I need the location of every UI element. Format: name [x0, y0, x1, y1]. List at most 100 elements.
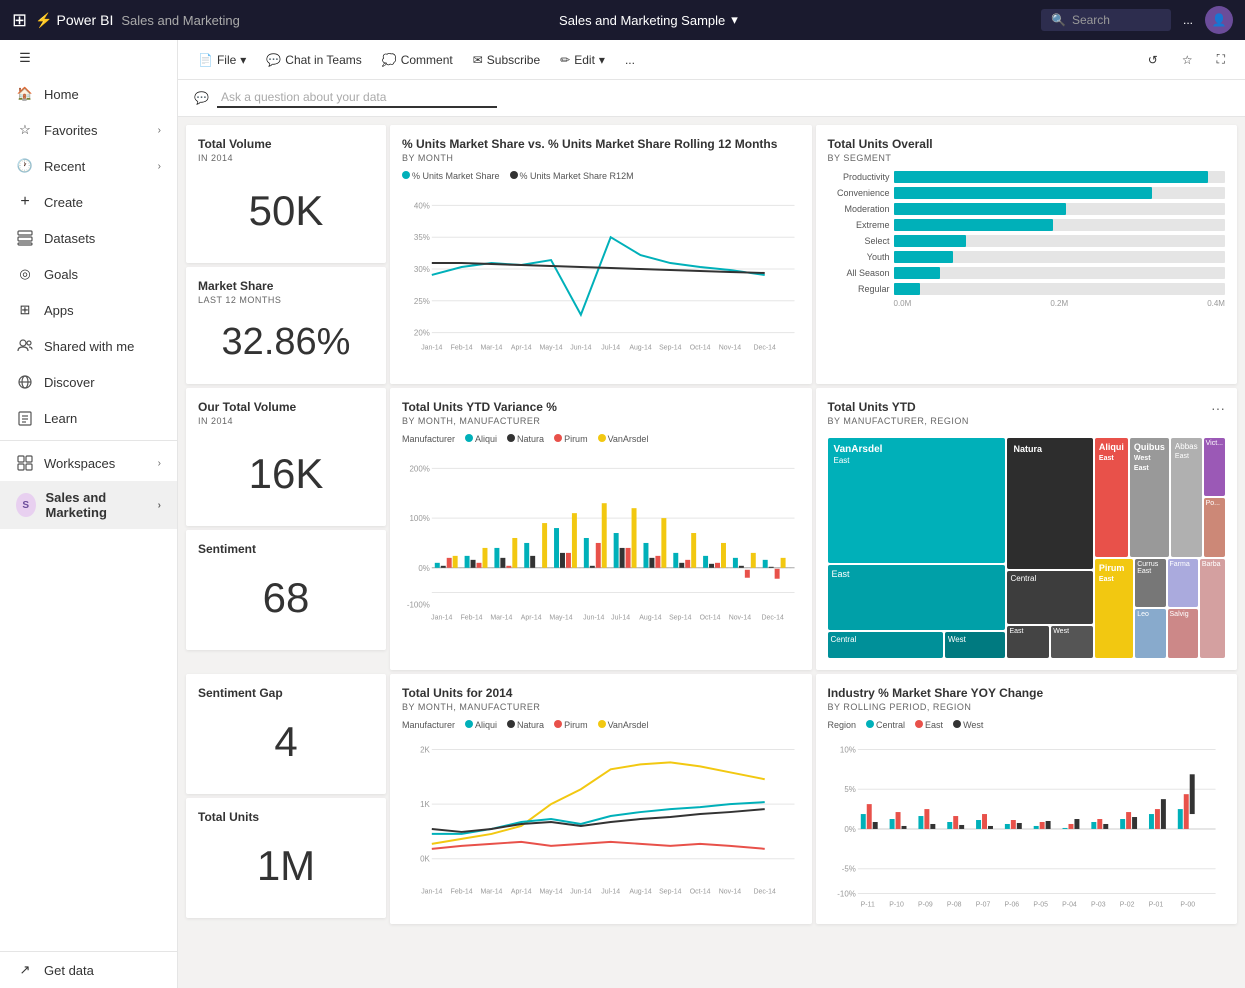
sidebar-item-learn[interactable]: Learn — [0, 400, 177, 436]
goals-icon: ◎ — [16, 265, 34, 283]
variance-svg: 200% 100% 0% -100% — [402, 448, 800, 623]
svg-text:Oct-14: Oct-14 — [690, 345, 711, 352]
svg-text:Aug-14: Aug-14 — [629, 345, 652, 352]
ytd-variance-card: Total Units YTD Variance % BY MONTH, MAN… — [390, 388, 812, 670]
treemap-cell-natura: Natura — [1007, 438, 1092, 569]
workspaces-icon — [16, 454, 34, 472]
chart-title: Total Units for 2014 — [402, 686, 800, 700]
svg-text:0%: 0% — [418, 564, 429, 573]
nav-right: 🔍 Search ... 👤 — [1041, 6, 1233, 34]
svg-text:5%: 5% — [844, 785, 855, 794]
sidebar-item-get-data[interactable]: ↗ Get data — [0, 952, 177, 988]
favorite-button[interactable]: ☆ — [1174, 49, 1201, 71]
app-logo[interactable]: ⚡ Power BI Sales and Marketing — [35, 12, 240, 29]
card-title: Our Total Volume — [198, 400, 374, 414]
sidebar-item-shared[interactable]: Shared with me — [0, 328, 177, 364]
total-units-card: Total Units 1M — [186, 798, 386, 918]
market-share-card: Market Share LAST 12 MONTHS 32.86% — [186, 267, 386, 384]
sidebar-item-workspaces[interactable]: Workspaces › — [0, 445, 177, 481]
svg-text:P-03: P-03 — [1090, 901, 1105, 908]
get-data-icon: ↗ — [16, 961, 34, 979]
svg-text:100%: 100% — [410, 514, 430, 523]
svg-text:Jul-14: Jul-14 — [601, 345, 620, 352]
chat-button[interactable]: 💬 Chat in Teams — [258, 49, 369, 71]
svg-text:Dec-14: Dec-14 — [761, 614, 784, 621]
subscribe-button[interactable]: ✉ Subscribe — [465, 49, 548, 71]
comment-button[interactable]: 💭 Comment — [374, 49, 461, 71]
svg-text:Mar-14: Mar-14 — [490, 614, 512, 621]
apps-icon: ⊞ — [16, 301, 34, 319]
top-navigation: ⊞ ⚡ Power BI Sales and Marketing Sales a… — [0, 0, 1245, 40]
sentiment-gap-card: Sentiment Gap 4 — [186, 674, 386, 794]
chart-legend: % Units Market Share % Units Market Shar… — [402, 171, 800, 181]
svg-text:May-14: May-14 — [539, 345, 562, 352]
user-avatar[interactable]: 👤 — [1205, 6, 1233, 34]
treemap-cell-vanarssdel: VanArsdelEast — [828, 438, 1006, 563]
svg-text:P-04: P-04 — [1062, 901, 1077, 908]
search-box[interactable]: 🔍 Search — [1041, 9, 1171, 31]
svg-text:Sep-14: Sep-14 — [659, 889, 682, 896]
chart-subtitle: BY MONTH, MANUFACTURER — [402, 416, 800, 426]
sidebar-item-recent[interactable]: 🕐 Recent › — [0, 148, 177, 184]
chart-legend: Manufacturer Aliqui Natura Pirum VanArsd… — [402, 720, 800, 730]
svg-text:-10%: -10% — [837, 890, 856, 899]
refresh-button[interactable]: ↺ — [1140, 49, 1166, 71]
sidebar-item-create[interactable]: + Create — [0, 184, 177, 220]
more-options-button[interactable]: ... — [1183, 13, 1193, 27]
svg-text:40%: 40% — [414, 201, 430, 210]
card-subtitle: LAST 12 MONTHS — [198, 295, 374, 305]
svg-text:Aug-14: Aug-14 — [629, 889, 652, 896]
treemap-cell-quibus: QuibusWest East — [1130, 438, 1169, 557]
chart-title: Industry % Market Share YOY Change — [828, 686, 1226, 700]
svg-text:Nov-14: Nov-14 — [729, 614, 752, 621]
report-title[interactable]: Sales and Marketing Sample ▾ — [559, 12, 738, 28]
sidebar-item-home[interactable]: 🏠 Home — [0, 76, 177, 112]
sidebar-item-apps[interactable]: ⊞ Apps — [0, 292, 177, 328]
svg-text:200%: 200% — [410, 464, 430, 473]
edit-icon: ✏ — [560, 53, 570, 67]
sidebar-toggle[interactable]: ☰ — [0, 40, 177, 76]
svg-text:Apr-14: Apr-14 — [511, 889, 532, 896]
sentiment-gap-value: 4 — [198, 702, 374, 782]
svg-text:25%: 25% — [414, 297, 430, 306]
treemap-cell-po: Po... — [1204, 498, 1225, 556]
more-options-toolbar[interactable]: ... — [617, 49, 643, 71]
svg-text:-100%: -100% — [407, 601, 430, 610]
workspace-avatar: S — [16, 493, 36, 517]
treemap-cell-west2: West — [1051, 626, 1093, 658]
our-total-volume-value: 16K — [198, 434, 374, 514]
home-icon: 🏠 — [16, 85, 34, 103]
qa-input[interactable]: Ask a question about your data — [217, 88, 497, 108]
file-button[interactable]: 📄 File ▾ — [190, 49, 254, 71]
market-share-svg: 40% 35% 30% 25% 20% Jan-14 Feb-14 Mar-14… — [402, 185, 800, 355]
sidebar-item-sales-marketing[interactable]: S Sales and Marketing › — [0, 481, 177, 529]
svg-text:Apr-14: Apr-14 — [521, 614, 542, 621]
industry-yoy-card: Industry % Market Share YOY Change BY RO… — [816, 674, 1238, 924]
grid-icon[interactable]: ⊞ — [12, 10, 27, 31]
chevron-right-icon: › — [158, 125, 161, 136]
svg-text:-5%: -5% — [841, 865, 855, 874]
sidebar-item-datasets[interactable]: Datasets — [0, 220, 177, 256]
sidebar-item-label: Shared with me — [44, 339, 134, 354]
svg-text:Jul-14: Jul-14 — [601, 889, 620, 896]
our-total-volume-card: Our Total Volume IN 2014 16K — [186, 388, 386, 526]
treemap-cell-vict: Vict... — [1204, 438, 1225, 496]
chart-title: Total Units YTD — [828, 400, 969, 414]
sidebar-item-discover[interactable]: Discover — [0, 364, 177, 400]
svg-text:May-14: May-14 — [549, 614, 572, 621]
search-icon: 🔍 — [1051, 13, 1066, 27]
recent-icon: 🕐 — [16, 157, 34, 175]
svg-text:Nov-14: Nov-14 — [719, 345, 742, 352]
edit-button[interactable]: ✏ Edit ▾ — [552, 49, 613, 71]
treemap-cell-east2: East — [1007, 626, 1049, 658]
more-options-icon[interactable]: ··· — [1211, 400, 1225, 416]
fullscreen-button[interactable]: ⛶ — [1209, 48, 1233, 71]
svg-text:Apr-14: Apr-14 — [511, 345, 532, 352]
sidebar-item-goals[interactable]: ◎ Goals — [0, 256, 177, 292]
sentiment-value: 68 — [198, 558, 374, 638]
create-icon: + — [16, 193, 34, 211]
svg-text:Sep-14: Sep-14 — [669, 614, 692, 621]
sidebar-item-favorites[interactable]: ☆ Favorites › — [0, 112, 177, 148]
svg-text:Dec-14: Dec-14 — [754, 889, 777, 896]
svg-text:P-10: P-10 — [889, 901, 904, 908]
